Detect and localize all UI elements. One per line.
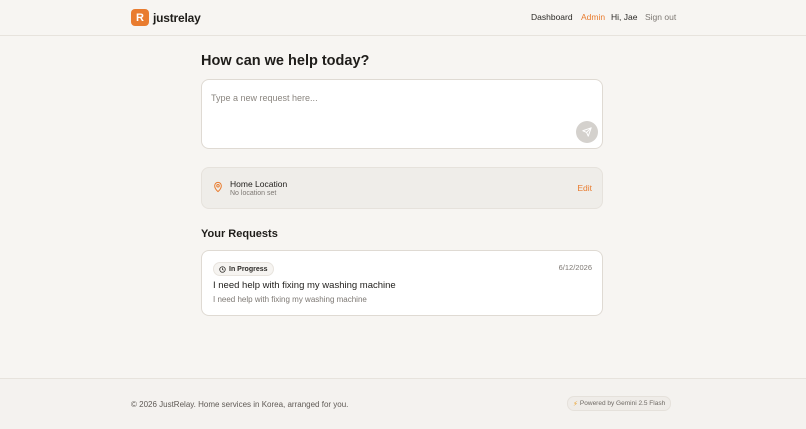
footer: © 2026 JustRelay. Home services in Korea… bbox=[0, 378, 806, 429]
request-input[interactable] bbox=[211, 90, 561, 106]
powered-by-badge: ⚡ Powered by Gemini 2.5 Flash bbox=[567, 396, 672, 411]
brand-name[interactable]: justrelay bbox=[153, 11, 201, 25]
send-icon bbox=[582, 127, 592, 137]
status-label: In Progress bbox=[229, 265, 268, 273]
lightning-icon: ⚡ bbox=[573, 400, 578, 408]
request-composer bbox=[201, 79, 603, 149]
powered-by-label: Powered by Gemini 2.5 Flash bbox=[579, 400, 666, 407]
nav-dashboard-link[interactable]: Dashboard bbox=[531, 12, 573, 22]
request-card[interactable]: In Progress 6/12/2026 I need help with f… bbox=[201, 250, 603, 316]
page-title: How can we help today? bbox=[201, 53, 370, 69]
nav-admin-link[interactable]: Admin bbox=[581, 12, 605, 22]
home-location-card: Home Location No location set Edit bbox=[201, 167, 603, 209]
map-pin-icon bbox=[214, 182, 222, 193]
footer-copyright: © 2026 JustRelay. Home services in Korea… bbox=[131, 400, 349, 409]
status-badge: In Progress bbox=[213, 262, 274, 276]
request-description: I need help with fixing my washing machi… bbox=[213, 295, 367, 304]
requests-heading: Your Requests bbox=[201, 228, 278, 240]
request-title: I need help with fixing my washing machi… bbox=[213, 280, 396, 291]
request-date: 6/12/2026 bbox=[558, 263, 592, 272]
user-greeting: Hi, Jae bbox=[611, 12, 638, 22]
location-title: Home Location bbox=[230, 179, 288, 189]
edit-location-button[interactable]: Edit bbox=[577, 183, 592, 193]
clock-icon bbox=[219, 265, 226, 273]
send-button[interactable] bbox=[576, 121, 598, 143]
location-subtitle: No location set bbox=[230, 190, 277, 197]
logo-icon[interactable]: R bbox=[131, 9, 149, 26]
top-navbar: R justrelay Dashboard Admin Hi, Jae Sign… bbox=[0, 0, 806, 36]
sign-out-link[interactable]: Sign out bbox=[645, 12, 676, 22]
